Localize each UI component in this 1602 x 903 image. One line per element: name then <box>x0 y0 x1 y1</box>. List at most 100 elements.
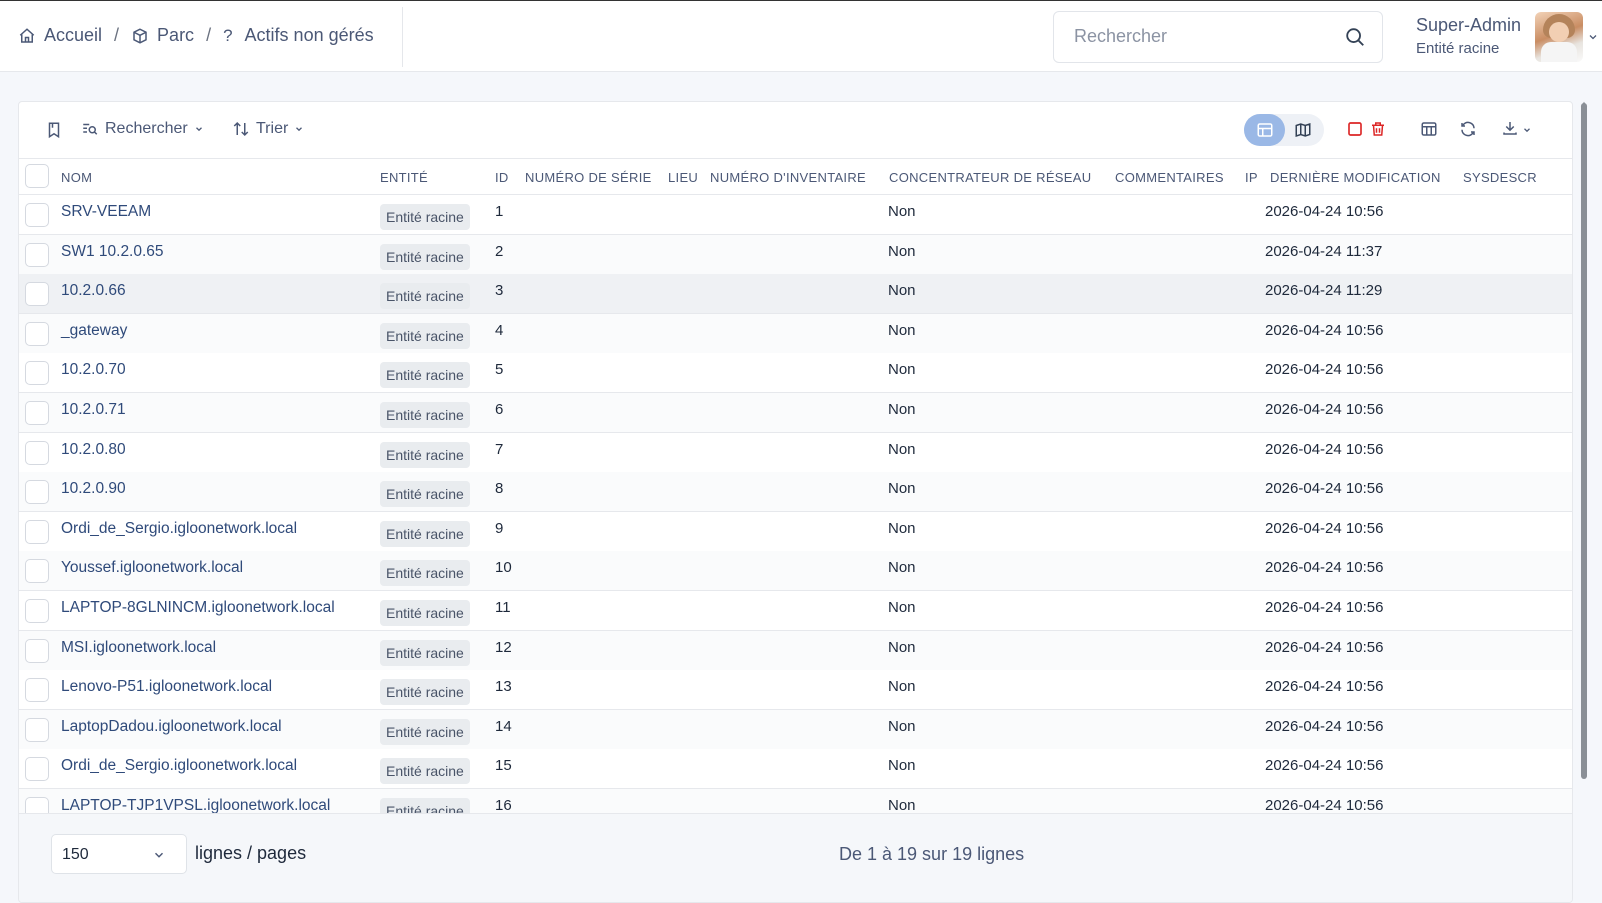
download-icon[interactable] <box>1501 119 1519 137</box>
table-row[interactable]: 10.2.0.71 Entité racine 6 Non 2026-04-24 10:… <box>19 393 1572 433</box>
network-hub-value: Non <box>888 282 916 300</box>
breadcrumb-current[interactable]: ? Actifs non gérés <box>223 25 374 46</box>
row-checkbox[interactable] <box>25 361 49 386</box>
asset-name-link[interactable]: 10.2.0.70 <box>61 361 126 379</box>
asset-name-link[interactable]: Lenovo-P51.igloonetwork.local <box>61 678 272 696</box>
breadcrumb-parc[interactable]: Parc <box>131 25 194 46</box>
asset-name-link[interactable]: LaptopDadou.igloonetwork.local <box>61 718 282 736</box>
select-all-checkbox[interactable] <box>25 164 49 188</box>
last-modified-value: 2026-04-24 10:56 <box>1265 401 1384 418</box>
table-row[interactable]: LAPTOP-TJP1VPSL.igloonetwork.local Entité… <box>19 789 1572 813</box>
chevron-down-icon[interactable] <box>1522 125 1532 135</box>
asset-name-link[interactable]: Ordi_de_Sergio.igloonetwork.local <box>61 757 297 775</box>
asset-name-link[interactable]: 10.2.0.80 <box>61 441 126 459</box>
asset-name-link[interactable]: 10.2.0.71 <box>61 401 126 419</box>
entity-badge: Entité racine <box>380 402 470 428</box>
table-row[interactable]: Ordi_de_Sergio.igloonetwork.local Entité … <box>19 749 1572 790</box>
col-lieu[interactable]: LIEU <box>668 170 698 185</box>
search-filter-button[interactable]: Rechercher <box>81 120 204 138</box>
asset-name-link[interactable]: SRV-VEEAM <box>61 203 151 221</box>
row-checkbox[interactable] <box>25 638 49 663</box>
network-hub-value: Non <box>888 757 916 775</box>
avatar[interactable] <box>1535 12 1583 62</box>
table-row[interactable]: Lenovo-P51.igloonetwork.local Entité raci… <box>19 670 1572 711</box>
network-hub-value: Non <box>888 480 916 498</box>
last-modified-value: 2026-04-24 10:56 <box>1265 638 1384 656</box>
trash-icon[interactable] <box>1369 120 1387 138</box>
table-row[interactable]: LaptopDadou.igloonetwork.local Entité rac… <box>19 709 1572 750</box>
row-checkbox[interactable] <box>25 519 49 544</box>
asset-name-link[interactable]: 10.2.0.66 <box>61 282 126 300</box>
table-row[interactable]: 10.2.0.66 Entité racine 3 Non 2026-04-24 11:… <box>19 274 1572 315</box>
table-row[interactable]: 10.2.0.90 Entité racine 8 Non 2026-04-24 10:… <box>19 472 1572 513</box>
bookmark-icon[interactable] <box>45 120 63 140</box>
page-scrollbar[interactable] <box>1581 103 1587 779</box>
entity-badge: Entité racine <box>380 520 470 547</box>
row-checkbox[interactable] <box>25 678 49 703</box>
col-last-modified[interactable]: DERNIÈRE MODIFICATION <box>1270 170 1441 185</box>
user-menu[interactable]: Super-Admin Entité racine <box>1416 15 1521 57</box>
col-hub[interactable]: CONCENTRATEUR DE RÉSEAU <box>889 170 1091 185</box>
asset-name-link[interactable]: 10.2.0.90 <box>61 480 126 498</box>
row-checkbox[interactable] <box>25 599 49 623</box>
row-checkbox[interactable] <box>25 559 49 584</box>
sort-label: Trier <box>256 120 289 137</box>
sort-button[interactable]: Trier <box>232 120 304 138</box>
row-checkbox[interactable] <box>25 480 49 505</box>
refresh-icon[interactable] <box>1459 120 1477 138</box>
row-checkbox[interactable] <box>25 321 49 346</box>
table-row[interactable]: SW1 10.2.0.65 Entité racine 2 Non 2026-04-24… <box>19 234 1572 275</box>
asset-name-link[interactable]: SW1 10.2.0.65 <box>61 243 164 261</box>
table-row[interactable]: Ordi_de_Sergio.igloonetwork.local Entité … <box>19 511 1572 552</box>
col-inventory[interactable]: NUMÉRO D'INVENTAIRE <box>710 170 866 185</box>
asset-id: 7 <box>495 440 504 458</box>
columns-icon[interactable] <box>1420 120 1438 138</box>
row-checkbox[interactable] <box>25 401 49 425</box>
header-divider <box>402 7 403 67</box>
col-serial[interactable]: NUMÉRO DE SÉRIE <box>525 170 652 185</box>
breadcrumb-home[interactable]: Accueil <box>18 25 102 46</box>
last-modified-value: 2026-04-24 11:37 <box>1265 242 1383 260</box>
asset-name-link[interactable]: LAPTOP-TJP1VPSL.igloonetwork.local <box>61 797 330 813</box>
table-row[interactable]: 10.2.0.70 Entité racine 5 Non 2026-04-24 10:… <box>19 353 1572 394</box>
row-checkbox[interactable] <box>25 797 49 813</box>
table-row[interactable]: _gateway Entité racine 4 Non 2026-04-24 10:5… <box>19 313 1572 354</box>
col-entite[interactable]: ENTITÉ <box>380 170 428 185</box>
table-row[interactable]: SRV-VEEAM Entité racine 1 Non 2026-04-24 10:… <box>19 195 1572 235</box>
asset-name-link[interactable]: Youssef.igloonetwork.local <box>61 559 243 577</box>
home-icon <box>19 27 35 43</box>
row-checkbox[interactable] <box>25 757 49 782</box>
chevron-down-icon[interactable] <box>1587 31 1599 43</box>
last-modified-value: 2026-04-24 10:56 <box>1265 717 1384 735</box>
checkbox-icon[interactable] <box>1346 120 1364 138</box>
global-search-input[interactable] <box>1074 26 1324 47</box>
row-checkbox[interactable] <box>25 282 49 307</box>
asset-id: 8 <box>495 480 504 498</box>
asset-name-link[interactable]: Ordi_de_Sergio.igloonetwork.local <box>61 520 297 538</box>
network-hub-value: Non <box>888 797 916 813</box>
table-row[interactable]: LAPTOP-8GLNINCM.igloonetwork.local Entité… <box>19 591 1572 631</box>
asset-name-link[interactable]: _gateway <box>61 322 127 340</box>
entity-badge: Entité racine <box>380 560 470 587</box>
row-checkbox[interactable] <box>25 717 49 742</box>
question-icon: ? <box>223 25 233 45</box>
row-checkbox[interactable] <box>25 242 49 267</box>
last-modified-value: 2026-04-24 10:56 <box>1265 321 1384 339</box>
col-nom[interactable]: NOM <box>61 170 92 185</box>
col-id[interactable]: ID <box>495 170 509 185</box>
col-ip[interactable]: IP <box>1245 170 1258 185</box>
table-body: SRV-VEEAM Entité racine 1 Non 2026-04-24 10:… <box>19 195 1572 813</box>
filter-search-icon <box>83 123 98 135</box>
map-icon[interactable] <box>1294 121 1312 139</box>
search-icon[interactable] <box>1344 26 1366 48</box>
table-row[interactable]: 10.2.0.80 Entité racine 7 Non 2026-04-24 10:… <box>19 432 1572 473</box>
asset-name-link[interactable]: LAPTOP-8GLNINCM.igloonetwork.local <box>61 599 335 617</box>
col-comments[interactable]: COMMENTAIRES <box>1115 170 1224 185</box>
table-row[interactable]: MSI.igloonetwork.local Entité racine 12 Non… <box>19 630 1572 671</box>
row-checkbox[interactable] <box>25 440 49 465</box>
table-row[interactable]: Youssef.igloonetwork.local Entité racine 1… <box>19 551 1572 592</box>
col-sysdescr[interactable]: SYSDESCR <box>1463 170 1537 185</box>
row-checkbox[interactable] <box>25 203 49 227</box>
rows-per-page-select[interactable]: 150 <box>51 834 187 874</box>
asset-name-link[interactable]: MSI.igloonetwork.local <box>61 639 216 657</box>
